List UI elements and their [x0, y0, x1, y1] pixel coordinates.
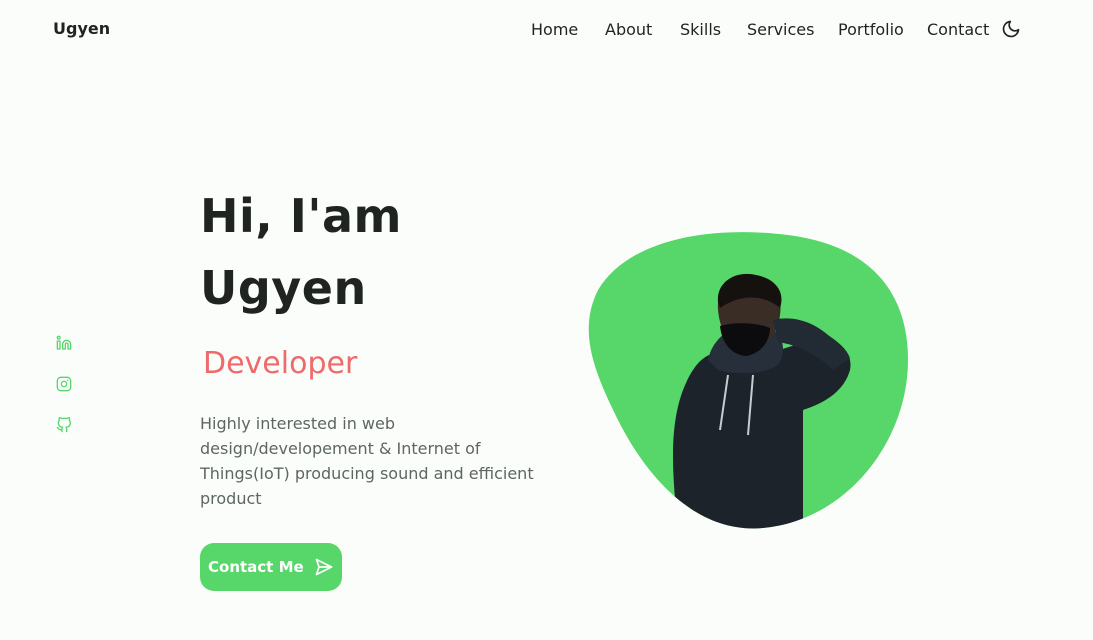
- contact-me-button[interactable]: Contact Me: [200, 543, 342, 591]
- nav-services[interactable]: Services: [747, 20, 814, 39]
- linkedin-icon[interactable]: [56, 335, 72, 351]
- nav-skills[interactable]: Skills: [680, 20, 721, 39]
- hero-title-line1: Hi, I'am: [200, 189, 402, 243]
- nav-contact[interactable]: Contact: [927, 20, 989, 39]
- profile-photo: [588, 230, 910, 530]
- github-icon[interactable]: [56, 416, 72, 433]
- nav-about[interactable]: About: [605, 20, 652, 39]
- contact-me-label: Contact Me: [208, 558, 304, 576]
- hero-title-line2: Ugyen: [200, 261, 367, 315]
- main-nav: Home About Skills Services Portfolio Con…: [0, 20, 1093, 40]
- send-icon: [314, 557, 334, 577]
- hero-description: Highly interested in web design/develope…: [200, 414, 534, 508]
- hero-subtitle: Developer: [203, 346, 358, 381]
- hero-title: Hi, I'am Ugyen: [200, 180, 402, 324]
- moon-icon[interactable]: [1001, 19, 1021, 39]
- instagram-icon[interactable]: [56, 376, 72, 392]
- nav-home[interactable]: Home: [531, 20, 578, 39]
- nav-portfolio[interactable]: Portfolio: [838, 20, 904, 39]
